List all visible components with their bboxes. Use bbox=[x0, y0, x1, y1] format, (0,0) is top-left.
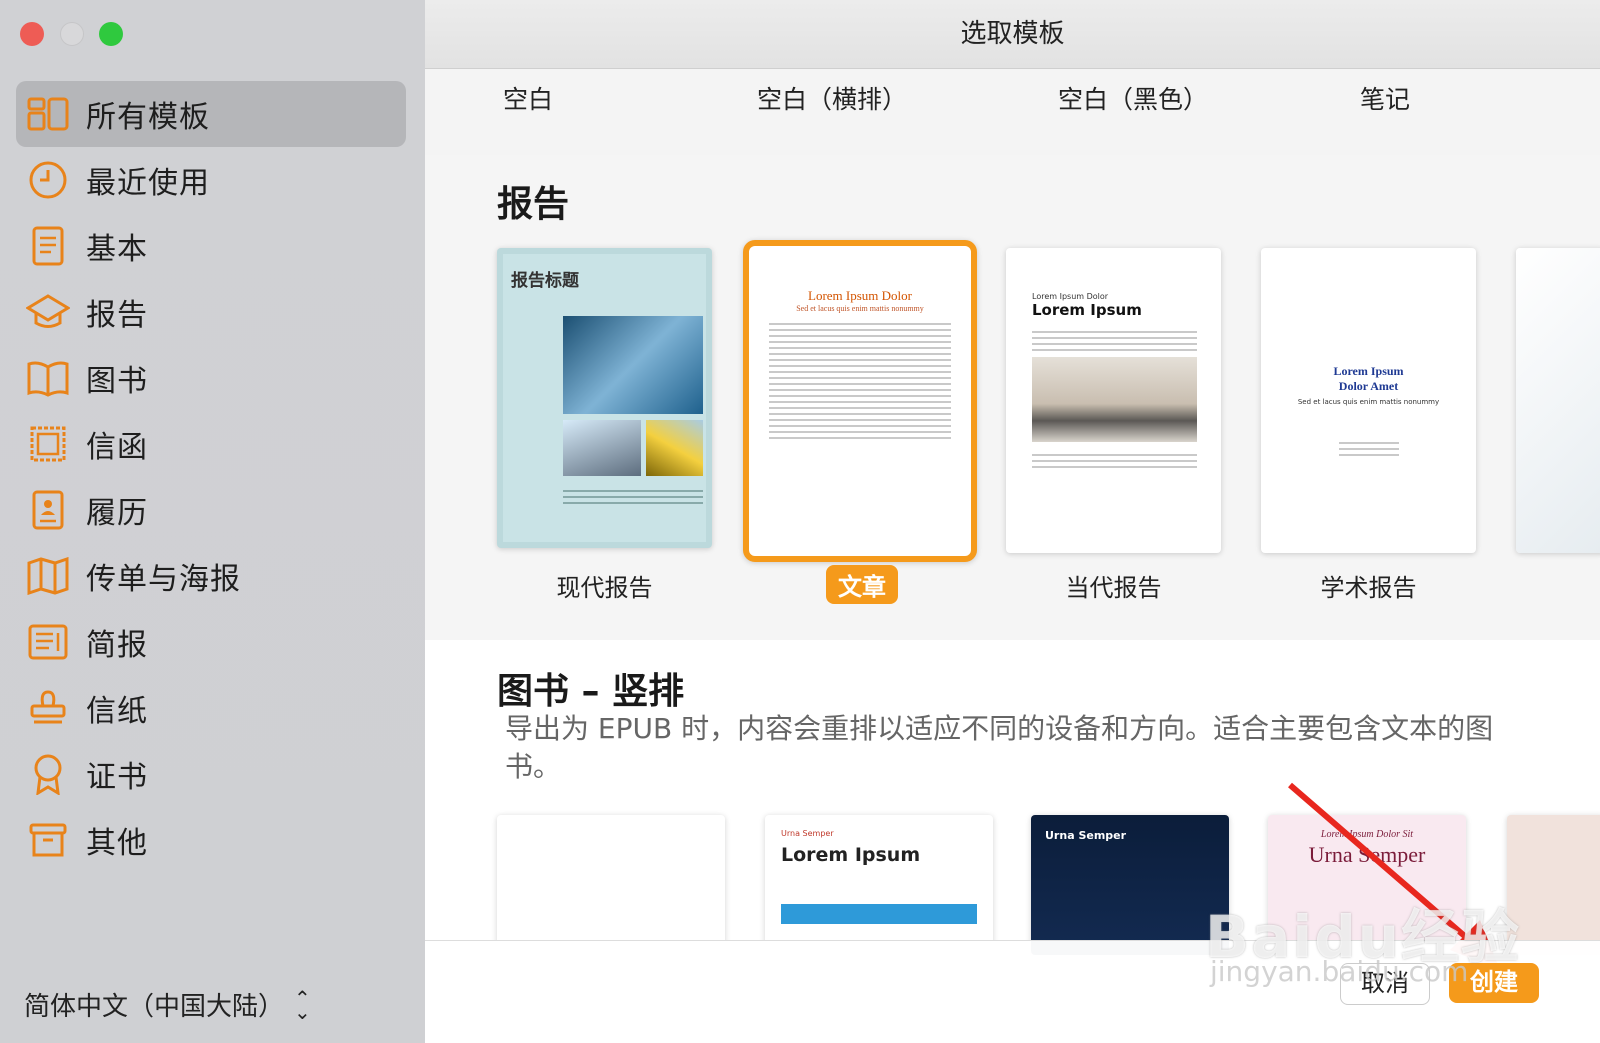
sidebar-item-books[interactable]: 图书 bbox=[16, 345, 406, 411]
sidebar: 所有模板 最近使用 基本 报告 图书 信函 履历 传单与海报 简报 信纸 证书 … bbox=[0, 0, 425, 1043]
preview-kicker: Urna Semper bbox=[781, 829, 834, 838]
template-preview: Lorem Ipsum Dolor Lorem Ipsum bbox=[1006, 248, 1221, 468]
template-preview: Lorem Ipsum Dolor Amet Sed et lacus quis… bbox=[1261, 248, 1476, 456]
ribbon-icon bbox=[26, 752, 70, 796]
preview-subtitle: Sed et lacus quis enim mattis nonummy bbox=[796, 304, 924, 313]
stamp-frame-icon bbox=[26, 422, 70, 466]
template-card-modern-report[interactable]: 报告标题 bbox=[497, 248, 712, 548]
template-preview: Lorem Ipsum Dolor Sed et lacus quis enim… bbox=[749, 246, 971, 439]
preview-text-lines bbox=[1338, 442, 1399, 456]
newsletter-icon bbox=[26, 620, 70, 664]
template-label-selected: 文章 bbox=[826, 565, 898, 604]
sidebar-item-reports[interactable]: 报告 bbox=[16, 279, 406, 345]
preview-title: Lorem Ipsum bbox=[781, 844, 921, 866]
book-template-card-dark[interactable]: Urna Semper bbox=[1031, 815, 1229, 955]
minimize-window-button[interactable] bbox=[60, 22, 84, 46]
sidebar-item-label: 证书 bbox=[86, 760, 148, 795]
sidebar-item-label: 最近使用 bbox=[86, 166, 210, 201]
preview-title: Lorem Ipsum Dolor Amet bbox=[1333, 364, 1404, 393]
preview-text-lines bbox=[1032, 331, 1197, 351]
sidebar-item-other[interactable]: 其他 bbox=[16, 807, 406, 873]
template-preview: Urna Semper Lorem Ipsum bbox=[765, 815, 993, 938]
template-label: 学术报告 bbox=[1320, 574, 1417, 602]
sidebar-item-label: 基本 bbox=[86, 232, 148, 267]
template-card-partial[interactable] bbox=[1516, 248, 1600, 553]
stamp-icon bbox=[26, 686, 70, 730]
book-icon bbox=[26, 356, 70, 400]
preview-banner bbox=[781, 904, 977, 924]
close-window-button[interactable] bbox=[20, 22, 44, 46]
sidebar-item-label: 传单与海报 bbox=[86, 562, 241, 597]
template-label: 当代报告 bbox=[1065, 574, 1162, 602]
preview-kicker: Lorem Ipsum Dolor bbox=[1032, 292, 1109, 301]
grid-icon bbox=[26, 92, 70, 136]
preview-title: Lorem Ipsum bbox=[1032, 301, 1142, 319]
book-template-card-lorem[interactable]: Urna Semper Lorem Ipsum bbox=[765, 815, 993, 955]
sidebar-item-label: 报告 bbox=[86, 298, 148, 333]
preview-subtitle: Sed et lacus quis enim mattis nonummy bbox=[1297, 398, 1440, 406]
window-title: 选取模板 bbox=[425, 0, 1600, 69]
preview-text-lines bbox=[769, 323, 951, 439]
template-note-label[interactable]: 笔记 bbox=[1360, 80, 1410, 116]
sidebar-item-all-templates[interactable]: 所有模板 bbox=[16, 81, 406, 147]
map-icon bbox=[26, 554, 70, 598]
template-card-academic-report[interactable]: Lorem Ipsum Dolor Amet Sed et lacus quis… bbox=[1261, 248, 1476, 553]
preview-text-lines bbox=[1032, 454, 1197, 468]
preview-photo bbox=[1032, 357, 1197, 442]
template-chooser: 选取模板 空白 空白（横排） 空白（黑色） 笔记 报告 报告标题 现代报告 Lo… bbox=[425, 0, 1600, 1043]
preview-title: Urna Semper bbox=[1045, 829, 1127, 842]
language-label: 简体中文（中国大陆） bbox=[24, 992, 285, 1022]
preview-title: 报告标题 bbox=[511, 271, 579, 291]
template-label: 现代报告 bbox=[556, 574, 653, 602]
template-card-essay[interactable]: Lorem Ipsum Dolor Sed et lacus quis enim… bbox=[743, 240, 977, 562]
template-preview: 报告标题 bbox=[503, 254, 706, 542]
preview-photo bbox=[646, 420, 703, 476]
section-title-reports: 报告 bbox=[497, 184, 570, 225]
sidebar-item-label: 简报 bbox=[86, 628, 148, 663]
template-blank-black-label[interactable]: 空白（黑色） bbox=[1058, 80, 1208, 116]
resume-icon bbox=[26, 488, 70, 532]
archive-box-icon bbox=[26, 818, 70, 862]
clock-icon bbox=[26, 158, 70, 202]
blank-templates-row bbox=[425, 69, 1600, 155]
template-blank-label[interactable]: 空白 bbox=[503, 80, 553, 116]
sidebar-item-label: 其他 bbox=[86, 826, 148, 861]
preview-title: Lorem Ipsum Dolor bbox=[808, 288, 912, 303]
zoom-window-button[interactable] bbox=[99, 22, 123, 46]
book-template-card-blank[interactable] bbox=[497, 815, 725, 955]
sidebar-item-stationery[interactable]: 信纸 bbox=[16, 675, 406, 741]
sidebar-item-certificates[interactable]: 证书 bbox=[16, 741, 406, 807]
sidebar-item-basic[interactable]: 基本 bbox=[16, 213, 406, 279]
preview-photo bbox=[563, 420, 641, 476]
sidebar-item-flyers-posters[interactable]: 传单与海报 bbox=[16, 543, 406, 609]
sidebar-item-recent[interactable]: 最近使用 bbox=[16, 147, 406, 213]
template-card-contemporary-report[interactable]: Lorem Ipsum Dolor Lorem Ipsum bbox=[1006, 248, 1221, 553]
sidebar-item-letters[interactable]: 信函 bbox=[16, 411, 406, 477]
baidu-watermark-url: jingyan.baidu.com bbox=[1210, 955, 1469, 988]
sidebar-item-resumes[interactable]: 履历 bbox=[16, 477, 406, 543]
sidebar-item-label: 信纸 bbox=[86, 694, 148, 729]
template-blank-landscape-label[interactable]: 空白（横排） bbox=[757, 80, 907, 116]
category-list: 所有模板 最近使用 基本 报告 图书 信函 履历 传单与海报 简报 信纸 证书 … bbox=[16, 81, 406, 873]
preview-photo bbox=[563, 316, 703, 414]
sidebar-item-label: 信函 bbox=[86, 430, 148, 465]
language-selector[interactable]: 简体中文（中国大陆） ⌃ ⌄ bbox=[24, 986, 311, 1023]
sidebar-item-label: 履历 bbox=[86, 496, 148, 531]
section-title-books-portrait: 图书 – 竖排 bbox=[497, 671, 685, 712]
sidebar-item-newsletters[interactable]: 简报 bbox=[16, 609, 406, 675]
sidebar-item-label: 图书 bbox=[86, 364, 148, 399]
preview-text-lines bbox=[563, 486, 703, 508]
sidebar-item-label: 所有模板 bbox=[86, 100, 210, 135]
up-down-chevron-icon: ⌃ ⌄ bbox=[294, 985, 311, 1024]
document-icon bbox=[26, 224, 70, 268]
graduation-cap-icon bbox=[26, 290, 70, 334]
section-description: 导出为 EPUB 时，内容会重排以适应不同的设备和方向。适合主要包含文本的图书。 bbox=[505, 712, 1494, 783]
